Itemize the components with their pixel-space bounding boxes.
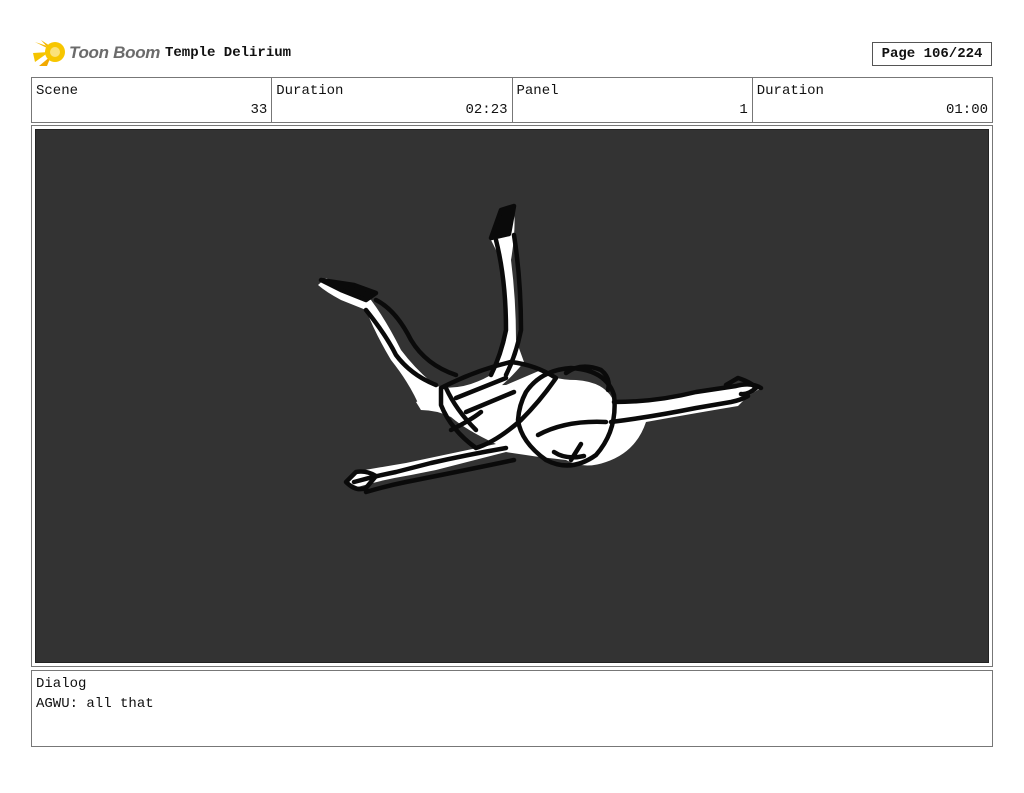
- panel-duration-label: Duration: [756, 83, 824, 99]
- scene-duration-value: 02:23: [465, 102, 508, 118]
- scene-duration-label: Duration: [276, 83, 344, 99]
- page-label: Page 106/224: [881, 46, 983, 62]
- scene-value: 33: [250, 102, 268, 118]
- page-indicator: Page 106/224: [872, 42, 992, 66]
- panel-cell: Panel 1: [513, 78, 753, 122]
- dialog-box: Dialog AGWU: all that: [31, 670, 993, 747]
- panel-image: [35, 129, 989, 663]
- logo-text: Toon Boom: [69, 43, 161, 62]
- project-title: Temple Delirium: [165, 45, 292, 61]
- panel-duration-value: 01:00: [945, 102, 988, 118]
- scene-label: Scene: [36, 83, 79, 99]
- dialog-label: Dialog: [36, 676, 87, 692]
- scene-cell: Scene 33: [32, 78, 273, 122]
- panel-info-row: Scene 33 Duration 02:23 Panel 1 Duration…: [31, 77, 993, 123]
- dialog-text: AGWU: all that: [36, 696, 154, 712]
- falling-figure-sketch: [318, 203, 764, 495]
- panel-frame: [31, 125, 993, 667]
- panel-value: 1: [739, 102, 748, 118]
- panel-duration-cell: Duration 01:00: [753, 78, 992, 122]
- scene-duration-cell: Duration 02:23: [272, 78, 513, 122]
- panel-label: Panel: [516, 83, 559, 99]
- toon-boom-star-icon: [33, 40, 65, 66]
- toon-boom-logo: Toon Boom: [33, 38, 160, 68]
